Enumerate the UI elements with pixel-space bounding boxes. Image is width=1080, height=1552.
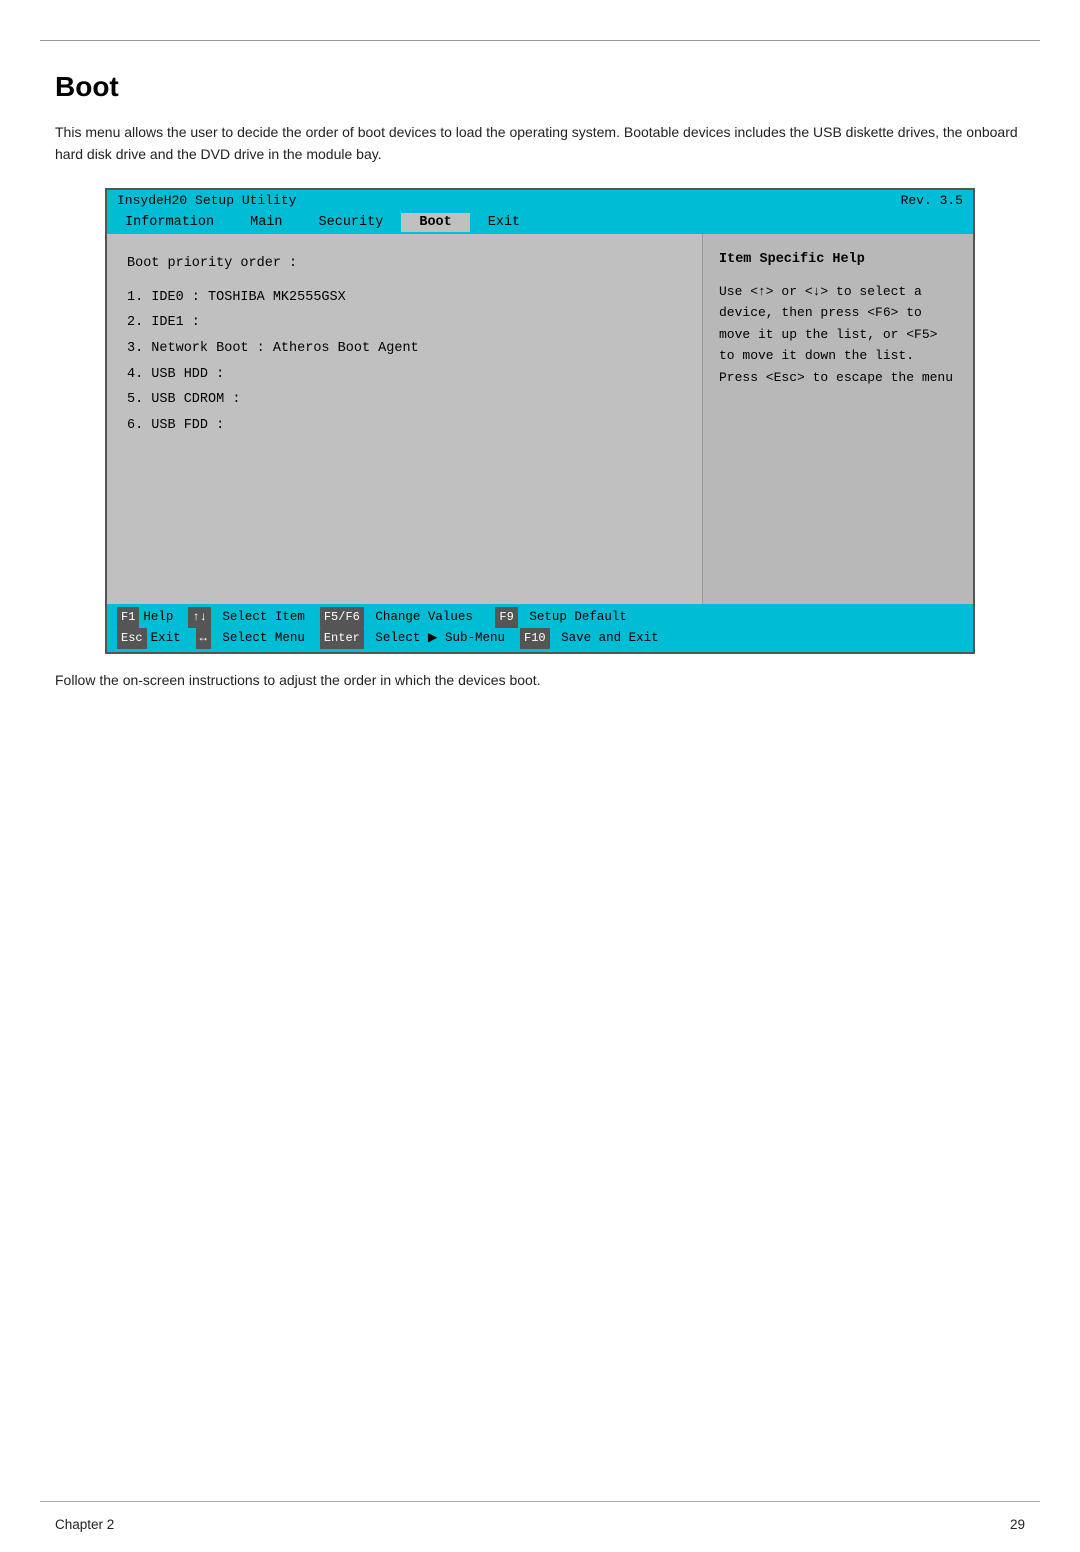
f9-key: F9 [495, 607, 517, 627]
f5f6-key: F5/F6 [320, 607, 364, 627]
bios-footer-row1: F1 Help ↑↓ Select Item F5/F6 Change Valu… [117, 607, 963, 628]
nav-exit[interactable]: Exit [470, 213, 538, 232]
page-title: Boot [55, 71, 1025, 103]
boot-item-1: 1. IDE0 : TOSHIBA MK2555GSX [127, 285, 682, 311]
arrow-lr-icon: ↔ [196, 628, 211, 648]
boot-item-5: 5. USB CDROM : [127, 387, 682, 413]
bios-title: InsydeH20 Setup Utility [117, 193, 296, 208]
bios-help-title: Item Specific Help [719, 252, 957, 267]
bios-main-area: Boot priority order : 1. IDE0 : TOSHIBA … [107, 234, 973, 604]
page-number: 29 [1010, 1517, 1025, 1532]
f10-key: F10 [520, 628, 550, 648]
boot-item-2: 2. IDE1 : [127, 310, 682, 336]
f1-key: F1 [117, 607, 139, 627]
bios-rev: Rev. 3.5 [901, 193, 963, 208]
select-menu-text: Select Menu [215, 628, 320, 649]
select-submenu-text: Select ▶ Sub-Menu [368, 628, 520, 649]
exit-label: Exit [151, 628, 196, 649]
boot-item-6: 6. USB FDD : [127, 413, 682, 439]
change-values-text: Change Values [368, 607, 496, 628]
follow-instructions-text: Follow the on-screen instructions to adj… [55, 672, 1025, 688]
bios-nav-bar: Information Main Security Boot Exit [107, 211, 973, 234]
boot-item-3: 3. Network Boot : Atheros Boot Agent [127, 336, 682, 362]
arrow-updown-icon: ↑↓ [188, 607, 210, 627]
bios-section-label: Boot priority order : [127, 256, 682, 271]
nav-security[interactable]: Security [301, 213, 402, 232]
bios-footer: F1 Help ↑↓ Select Item F5/F6 Change Valu… [107, 604, 973, 653]
nav-main[interactable]: Main [232, 213, 300, 232]
bios-help-text: Use <↑> or <↓> to select a device, then … [719, 281, 957, 388]
bios-title-bar: InsydeH20 Setup Utility Rev. 3.5 [107, 190, 973, 211]
intro-paragraph: This menu allows the user to decide the … [55, 121, 1025, 166]
setup-default-text: Setup Default [522, 607, 627, 628]
bios-boot-list: 1. IDE0 : TOSHIBA MK2555GSX 2. IDE1 : 3.… [127, 285, 682, 439]
bottom-rule [40, 1501, 1040, 1502]
nav-information[interactable]: Information [107, 213, 232, 232]
bios-right-panel: Item Specific Help Use <↑> or <↓> to sel… [703, 234, 973, 604]
nav-boot[interactable]: Boot [401, 213, 469, 232]
help-label: Help [143, 607, 188, 628]
bios-ui-container: InsydeH20 Setup Utility Rev. 3.5 Informa… [105, 188, 975, 655]
bios-left-panel: Boot priority order : 1. IDE0 : TOSHIBA … [107, 234, 703, 604]
boot-item-4: 4. USB HDD : [127, 362, 682, 388]
enter-key: Enter [320, 628, 364, 648]
bios-footer-row2: Esc Exit ↔ Select Menu Enter Select ▶ Su… [117, 628, 963, 649]
esc-key: Esc [117, 628, 147, 648]
chapter-label: Chapter 2 [55, 1517, 114, 1532]
page-footer: Chapter 2 29 [55, 1517, 1025, 1532]
save-exit-text: Save and Exit [554, 628, 659, 649]
select-item-text: Select Item [215, 607, 320, 628]
